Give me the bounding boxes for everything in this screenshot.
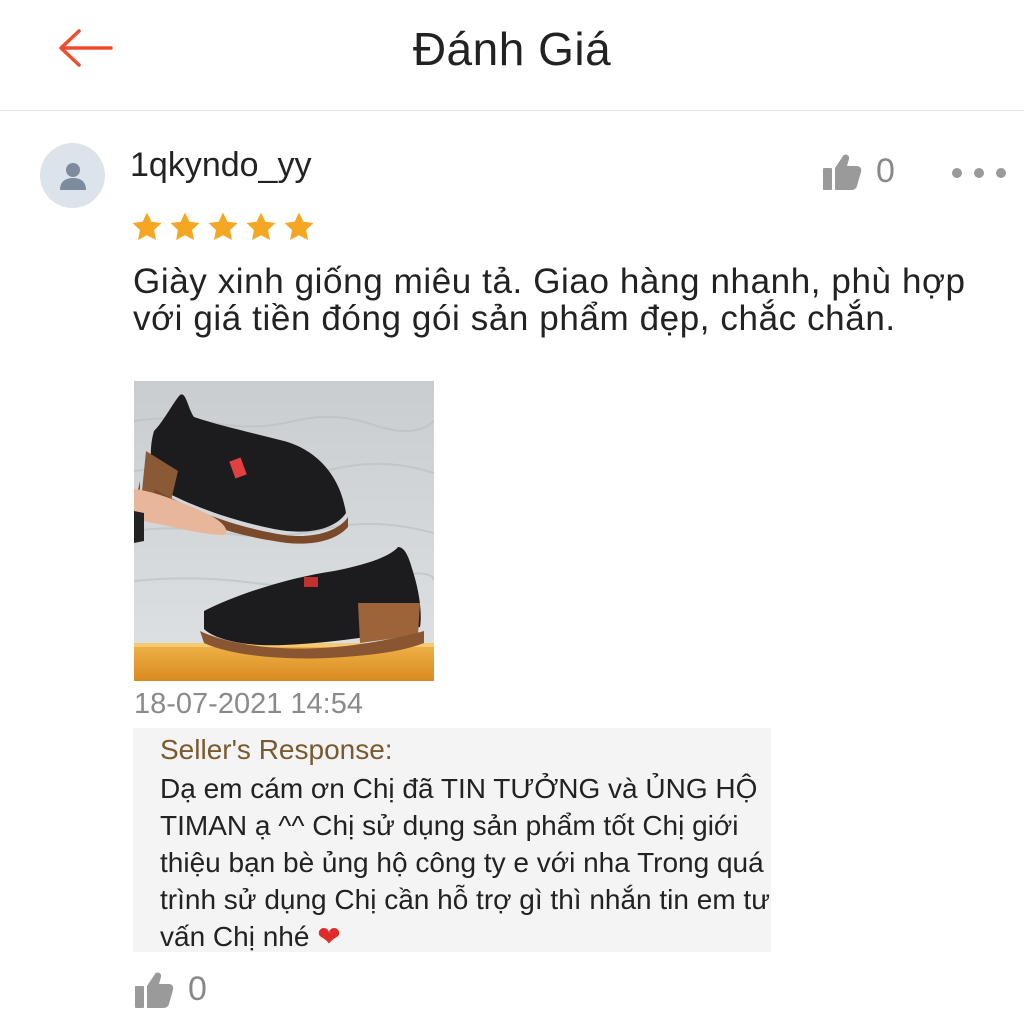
page-title: Đánh Giá xyxy=(412,23,612,75)
seller-response-text: Dạ em cám ơn Chị đã TIN TƯỞNG và ỦNG HỘ … xyxy=(160,770,771,955)
review-photo[interactable] xyxy=(134,381,434,681)
reviewer-username[interactable]: 1qkyndo_yy xyxy=(130,146,311,185)
star-rating xyxy=(130,210,316,244)
like-count: 0 xyxy=(876,152,895,190)
star-icon xyxy=(206,210,240,244)
like-count: 0 xyxy=(188,970,207,1008)
more-dot-icon xyxy=(952,168,962,178)
more-dot-icon xyxy=(974,168,984,178)
review-like-button[interactable]: 0 xyxy=(822,152,895,191)
more-dot-icon xyxy=(996,168,1006,178)
review-text: Giày xinh giống miêu tả. Giao hàng nhanh… xyxy=(133,262,966,338)
avatar[interactable] xyxy=(40,143,105,208)
seller-response-title: Seller's Response: xyxy=(160,734,393,765)
response-like-button[interactable]: 0 xyxy=(134,970,207,1009)
thumbs-up-icon xyxy=(823,154,862,190)
thumbs-up-icon xyxy=(135,972,174,1008)
star-icon xyxy=(168,210,202,244)
seller-response: Seller's Response: Dạ em cám ơn Chị đã T… xyxy=(133,728,771,952)
more-options-button[interactable] xyxy=(952,160,1006,186)
star-icon xyxy=(244,210,278,244)
star-icon xyxy=(282,210,316,244)
star-icon xyxy=(130,210,164,244)
review-timestamp: 18-07-2021 14:54 xyxy=(134,688,363,720)
top-bar: Đánh Giá xyxy=(0,0,1024,111)
shoes-photo xyxy=(134,381,434,681)
user-icon xyxy=(59,162,86,190)
heart-icon: ❤ xyxy=(317,921,341,952)
seller-response-body: Dạ em cám ơn Chị đã TIN TƯỞNG và ỦNG HỘ … xyxy=(160,773,770,952)
